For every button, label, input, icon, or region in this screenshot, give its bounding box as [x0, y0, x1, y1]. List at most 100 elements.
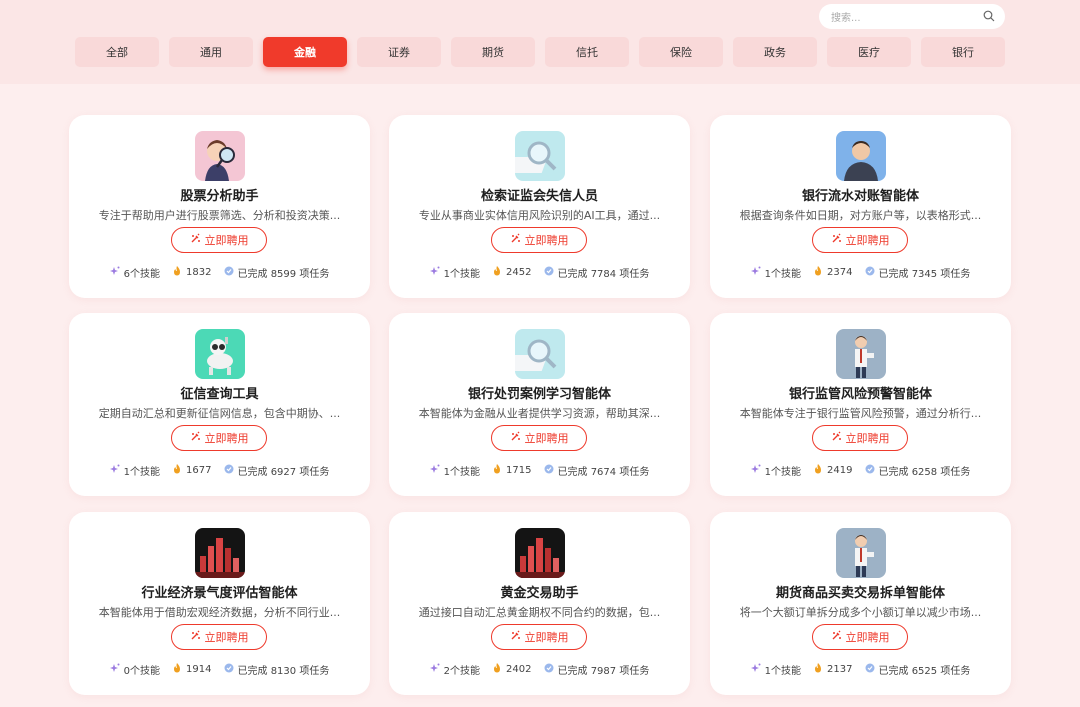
- check-circle-icon: [544, 464, 554, 477]
- hire-button[interactable]: 立即聘用: [812, 425, 908, 451]
- agent-card[interactable]: 征信查询工具定期自动汇总和更新征信网信息，包含中期协、... 立即聘用 1个技能 16…: [69, 313, 370, 496]
- fire-icon: [492, 464, 502, 477]
- tasks-count: 7784: [590, 269, 617, 280]
- search-icon[interactable]: [983, 7, 995, 26]
- magnifier-avatar: [515, 131, 565, 181]
- hire-button[interactable]: 立即聘用: [171, 227, 267, 253]
- skills-suffix: 个技能: [771, 666, 802, 677]
- check-circle-icon: [865, 464, 875, 477]
- skills-stat: 1个技能: [750, 662, 802, 677]
- man-avatar: [836, 131, 886, 181]
- tab-6[interactable]: 保险: [639, 37, 723, 67]
- popularity-stat: 2402: [492, 662, 532, 677]
- tab-4[interactable]: 期货: [451, 37, 535, 67]
- tasks-count: 8599: [270, 269, 297, 280]
- completed-prefix: 已完成: [557, 666, 588, 677]
- skills-suffix: 个技能: [130, 269, 161, 280]
- hire-label: 立即聘用: [845, 631, 890, 644]
- hire-label: 立即聘用: [204, 432, 249, 445]
- agent-card[interactable]: 检索证监会失信人员 专业从事商业实体信用风险识别的AI工具，通过... 立即聘用 1个…: [389, 115, 690, 298]
- hire-button[interactable]: 立即聘用: [491, 624, 587, 650]
- hire-label: 立即聘用: [204, 234, 249, 247]
- tasks-count: 7345: [911, 269, 938, 280]
- agent-card[interactable]: 期货商品买卖交易拆单智能体 将一个大额订单拆分成多个小额订单以减少市场... 立即聘…: [710, 512, 1011, 695]
- skills-stat: 1个技能: [429, 463, 481, 478]
- agent-description: 将一个大额订单拆分成多个小额订单以减少市场...: [739, 606, 982, 619]
- agent-description: 本智能体用于借助宏观经济数据，分析不同行业...: [98, 606, 341, 619]
- agent-description: 本智能体为金融从业者提供学习资源，帮助其深...: [418, 407, 661, 420]
- popularity-stat: 2452: [492, 265, 532, 280]
- hire-button[interactable]: 立即聘用: [171, 624, 267, 650]
- skills-suffix: 个技能: [130, 467, 161, 478]
- skills-suffix: 个技能: [450, 467, 481, 478]
- search-input[interactable]: 搜索...: [831, 9, 983, 24]
- tab-5[interactable]: 信托: [545, 37, 629, 67]
- tasks-suffix: 项任务: [299, 467, 330, 478]
- hire-button[interactable]: 立即聘用: [812, 624, 908, 650]
- agent-stats: 1个技能 2419 已完成 6258 项任务: [710, 463, 1011, 478]
- agent-description: 定期自动汇总和更新征信网信息，包含中期协、...: [98, 407, 341, 420]
- completed-prefix: 已完成: [878, 269, 909, 280]
- magnifier-avatar: [515, 329, 565, 379]
- tasks-suffix: 项任务: [619, 269, 650, 280]
- hire-label: 立即聘用: [204, 631, 249, 644]
- agent-description: 专业从事商业实体信用风险识别的AI工具，通过...: [418, 209, 661, 222]
- completed-prefix: 已完成: [878, 666, 909, 677]
- fire-icon: [172, 663, 182, 676]
- popularity-count: 2402: [506, 664, 532, 675]
- tasks-suffix: 项任务: [299, 269, 330, 280]
- check-circle-icon: [224, 266, 234, 279]
- tab-3[interactable]: 证券: [357, 37, 441, 67]
- popularity-count: 2452: [506, 267, 532, 278]
- tab-2[interactable]: 金融: [263, 37, 347, 67]
- tab-7[interactable]: 政务: [733, 37, 817, 67]
- agent-card[interactable]: 股票分析助手 专注于帮助用户进行股票筛选、分析和投资决策... 立即聘用 6个技能 18…: [69, 115, 370, 298]
- tab-9[interactable]: 银行: [921, 37, 1005, 67]
- agent-stats: 2个技能 2402 已完成 7987 项任务: [389, 662, 690, 677]
- tasks-stat: 已完成 6927 项任务: [224, 463, 330, 478]
- hire-button[interactable]: 立即聘用: [491, 227, 587, 253]
- popularity-count: 1677: [186, 465, 212, 476]
- sparkle-icon: [750, 663, 761, 676]
- agent-card[interactable]: 黄金交易助手 通过接口自动汇总黄金期权不同合约的数据，包... 立即聘用 2个技能 24…: [389, 512, 690, 695]
- tasks-stat: 已完成 6525 项任务: [865, 662, 970, 677]
- skills-suffix: 个技能: [450, 666, 481, 677]
- agent-stats: 1个技能 2452 已完成 7784 项任务: [389, 265, 690, 280]
- skills-suffix: 个技能: [771, 467, 802, 478]
- businessman-avatar: [836, 528, 886, 578]
- agent-title: 黄金交易助手: [500, 586, 579, 601]
- tasks-stat: 已完成 6258 项任务: [865, 463, 970, 478]
- agent-card[interactable]: 银行流水对账智能体 根据查询条件如日期，对方账户等，以表格形式... 立即聘用 1个技…: [710, 115, 1011, 298]
- agent-description: 专注于帮助用户进行股票筛选、分析和投资决策...: [98, 209, 341, 222]
- completed-prefix: 已完成: [237, 269, 268, 280]
- skills-stat: 1个技能: [429, 265, 480, 280]
- sparkle-icon: [109, 663, 120, 676]
- popularity-count: 1832: [186, 267, 212, 278]
- sparkle-icon: [429, 464, 440, 477]
- agent-stats: 1个技能 2137 已完成 6525 项任务: [710, 662, 1011, 677]
- tasks-count: 6525: [911, 666, 938, 677]
- hire-button[interactable]: 立即聘用: [812, 227, 908, 253]
- skills-stat: 1个技能: [109, 463, 161, 478]
- agent-card[interactable]: 银行监管风险预警智能体 本智能体专注于银行监管风险预警，通过分析行... 立即聘用 1…: [710, 313, 1011, 496]
- popularity-stat: 1914: [172, 662, 212, 677]
- agent-card[interactable]: 行业经济景气度评估智能体 本智能体用于借助宏观经济数据，分析不同行业... 立即聘用…: [69, 512, 370, 695]
- skills-stat: 0个技能: [109, 662, 160, 677]
- search-box[interactable]: 搜索...: [819, 4, 1005, 29]
- category-tabs: 全部 通用 金融 证券 期货 信托 保险 政务 医疗 银行: [75, 37, 1005, 68]
- agent-description: 本智能体专注于银行监管风险预警，通过分析行...: [739, 407, 982, 420]
- tab-1[interactable]: 通用: [169, 37, 253, 67]
- agent-stats: 6个技能 1832 已完成 8599 项任务: [69, 265, 370, 280]
- sparkle-icon: [429, 266, 440, 279]
- popularity-count: 1914: [186, 664, 212, 675]
- fire-icon: [492, 266, 502, 279]
- hire-button[interactable]: 立即聘用: [491, 425, 587, 451]
- tasks-stat: 已完成 7784 项任务: [544, 265, 650, 280]
- tab-8[interactable]: 医疗: [827, 37, 911, 67]
- agent-title: 征信查询工具: [180, 387, 259, 402]
- check-circle-icon: [544, 266, 554, 279]
- fire-icon: [813, 464, 823, 477]
- hire-button[interactable]: 立即聘用: [171, 425, 267, 451]
- agent-card[interactable]: 银行处罚案例学习智能体 本智能体为金融从业者提供学习资源，帮助其深... 立即聘用 1…: [389, 313, 690, 496]
- tab-0[interactable]: 全部: [75, 37, 159, 67]
